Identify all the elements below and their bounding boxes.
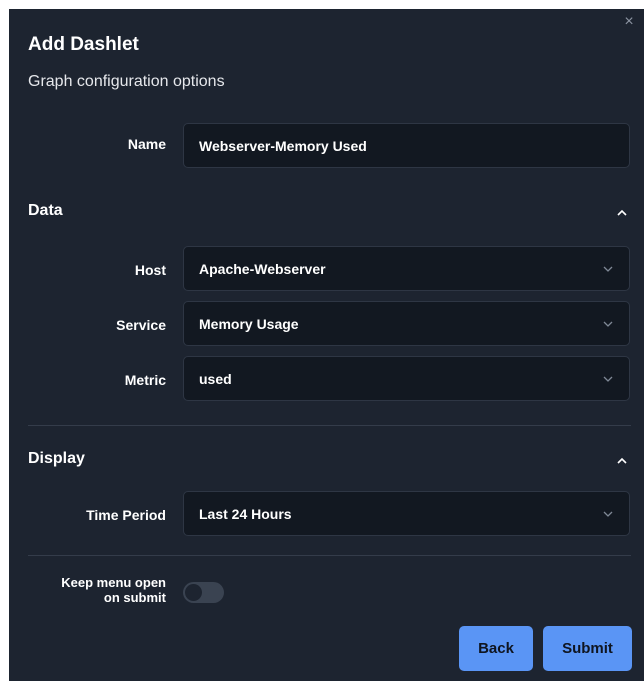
time-period-label: Time Period bbox=[86, 507, 166, 523]
service-select[interactable]: Memory Usage bbox=[183, 301, 630, 346]
metric-select-value: used bbox=[199, 370, 232, 387]
service-label: Service bbox=[116, 317, 166, 333]
back-button[interactable]: Back bbox=[459, 626, 533, 671]
name-label: Name bbox=[127, 136, 166, 152]
section-divider bbox=[28, 425, 631, 426]
chevron-down-icon bbox=[602, 508, 614, 520]
keep-menu-open-label-line2: on submit bbox=[103, 590, 166, 605]
time-period-select[interactable]: Last 24 Hours bbox=[183, 491, 630, 536]
host-select[interactable]: Apache-Webserver bbox=[183, 246, 630, 291]
time-period-select-value: Last 24 Hours bbox=[199, 505, 292, 522]
toggle-knob bbox=[185, 584, 202, 601]
host-label: Host bbox=[134, 262, 166, 278]
metric-select[interactable]: used bbox=[183, 356, 630, 401]
display-section-title: Display bbox=[28, 450, 85, 467]
name-input[interactable] bbox=[183, 123, 630, 168]
dialog-title: Add Dashlet bbox=[28, 34, 139, 55]
keep-menu-open-toggle[interactable] bbox=[183, 582, 224, 603]
data-section-title: Data bbox=[28, 202, 63, 219]
close-icon[interactable]: × bbox=[620, 13, 638, 31]
submit-button[interactable]: Submit bbox=[543, 626, 632, 671]
chevron-down-icon bbox=[602, 263, 614, 275]
add-dashlet-dialog: × Add Dashlet Graph configuration option… bbox=[9, 9, 644, 681]
keep-menu-open-label-line1: Keep menu open bbox=[61, 575, 166, 590]
section-divider bbox=[28, 555, 631, 556]
chevron-down-icon bbox=[602, 373, 614, 385]
chevron-down-icon bbox=[602, 318, 614, 330]
keep-menu-open-label: Keep menu open on submit bbox=[61, 575, 166, 605]
host-select-value: Apache-Webserver bbox=[199, 260, 326, 277]
data-collapse-chevron-up-icon[interactable] bbox=[614, 205, 630, 221]
dialog-subtitle: Graph configuration options bbox=[28, 73, 225, 90]
metric-label: Metric bbox=[124, 372, 166, 388]
service-select-value: Memory Usage bbox=[199, 315, 299, 332]
display-collapse-chevron-up-icon[interactable] bbox=[614, 453, 630, 469]
